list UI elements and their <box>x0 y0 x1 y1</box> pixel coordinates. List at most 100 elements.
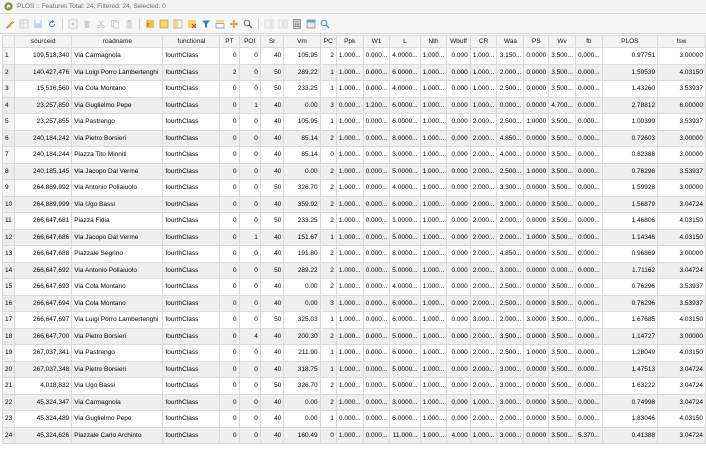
table-cell[interactable]: 1.0000 <box>523 344 550 362</box>
table-cell[interactable]: 266,647,692 <box>14 261 73 279</box>
zoom-to-selected-icon[interactable] <box>241 17 254 30</box>
table-cell[interactable]: fourthClass <box>162 47 221 65</box>
table-cell[interactable]: 3.000... <box>496 393 525 411</box>
table-cell[interactable]: Via Pastrengo <box>71 113 164 131</box>
table-cell[interactable]: 1.0000... <box>389 212 421 230</box>
table-cell[interactable]: 0.000... <box>574 311 603 329</box>
table-cell[interactable]: 3.500... <box>548 294 576 312</box>
table-cell[interactable]: 160.49 <box>283 426 321 444</box>
table-cell[interactable]: 0 <box>238 261 261 279</box>
table-cell[interactable]: 0.000... <box>362 327 391 345</box>
table-cell[interactable]: 267,037,348 <box>14 360 73 378</box>
table-cell[interactable]: 2.000... <box>469 294 498 312</box>
column-header-roadname[interactable]: roadname <box>71 35 164 48</box>
reload-icon[interactable] <box>45 17 58 30</box>
table-cell[interactable]: fourthClass <box>162 410 221 428</box>
table-cell[interactable]: 0.0000 <box>523 195 550 213</box>
delete-field-icon[interactable] <box>276 17 289 30</box>
table-cell[interactable]: 0.000... <box>362 195 391 213</box>
table-cell[interactable]: 5.0000... <box>389 377 421 395</box>
table-cell[interactable]: 1.000... <box>335 129 364 147</box>
table-cell[interactable]: 0.82386 <box>601 146 659 164</box>
row-number[interactable]: 22 <box>1 393 16 411</box>
table-cell[interactable]: 4.03150 <box>657 63 706 81</box>
row-number[interactable]: 3 <box>1 80 16 98</box>
table-cell[interactable]: fourthClass <box>162 344 221 362</box>
table-cell[interactable]: fourthClass <box>162 360 221 378</box>
table-row[interactable]: 3 15,516,560 Via Cola Montano fourthClass 0 0… <box>1 80 706 98</box>
table-cell[interactable]: 0.00 <box>283 162 321 180</box>
row-number[interactable]: 1 <box>1 47 16 65</box>
table-cell[interactable]: 1.43260 <box>601 80 659 98</box>
table-cell[interactable]: Via Carmagnola <box>71 47 164 65</box>
table-cell[interactable]: 2.500... <box>496 294 525 312</box>
table-cell[interactable]: 5.0000... <box>389 360 421 378</box>
table-cell[interactable]: 0.000... <box>574 179 603 197</box>
table-cell[interactable]: 1.000... <box>419 377 448 395</box>
table-cell[interactable]: 0.000... <box>335 410 364 428</box>
table-cell[interactable]: 0 <box>219 47 240 65</box>
table-row[interactable]: 12 266,647,686 Via Jacopo Dal Verme fourthC… <box>1 228 706 246</box>
table-cell[interactable]: fourthClass <box>162 63 221 81</box>
table-cell[interactable]: 4,018,832 <box>14 377 73 395</box>
table-cell[interactable]: 1.200... <box>362 96 391 114</box>
table-cell[interactable]: 1 <box>319 63 337 81</box>
table-cell[interactable]: 0.0000 <box>523 426 550 444</box>
table-cell[interactable]: 50 <box>259 63 285 81</box>
table-cell[interactable]: 0.000 <box>446 195 471 213</box>
table-cell[interactable]: 0.0000 <box>523 63 550 81</box>
table-cell[interactable]: 1.000... <box>469 96 498 114</box>
table-cell[interactable]: 1 <box>319 410 337 428</box>
table-cell[interactable]: 0.000... <box>574 377 603 395</box>
table-cell[interactable]: 1.000... <box>335 245 364 263</box>
table-cell[interactable]: 0.000... <box>362 113 391 131</box>
table-cell[interactable]: 0 <box>219 393 240 411</box>
table-cell[interactable]: 1.000... <box>419 393 448 411</box>
table-cell[interactable]: Via Pietro Borsieri <box>71 327 164 345</box>
table-cell[interactable]: 3.500... <box>548 228 576 246</box>
table-cell[interactable]: 0.000... <box>574 96 603 114</box>
table-cell[interactable]: 0.00 <box>283 96 321 114</box>
table-cell[interactable]: 0.000 <box>446 179 471 197</box>
table-cell[interactable]: 0 <box>238 179 261 197</box>
table-cell[interactable]: 0.76296 <box>601 278 659 296</box>
table-cell[interactable]: 2.000... <box>469 228 498 246</box>
table-cell[interactable]: 1.000... <box>335 146 364 164</box>
table-cell[interactable]: 289.22 <box>283 261 321 279</box>
table-cell[interactable]: 3.000... <box>496 426 525 444</box>
table-cell[interactable]: 359.92 <box>283 195 321 213</box>
table-cell[interactable]: 1.000... <box>335 162 364 180</box>
table-cell[interactable]: 1.000... <box>469 80 498 98</box>
table-cell[interactable]: 4.700... <box>548 96 576 114</box>
table-cell[interactable]: 0 <box>219 261 240 279</box>
table-cell[interactable]: 3.500... <box>548 426 576 444</box>
table-cell[interactable]: 4.850... <box>496 129 525 147</box>
table-cell[interactable]: Piazzale Carlo Archinto <box>71 426 164 444</box>
table-cell[interactable]: 2.000... <box>469 344 498 362</box>
table-cell[interactable]: 1.000... <box>469 47 498 65</box>
table-cell[interactable]: 2 <box>319 278 337 296</box>
table-cell[interactable]: 0.000... <box>574 294 603 312</box>
table-cell[interactable]: 0 <box>219 327 240 345</box>
table-cell[interactable]: 0.000 <box>446 245 471 263</box>
table-cell[interactable]: 0.0000 <box>523 245 550 263</box>
table-cell[interactable]: 6.0000... <box>389 311 421 329</box>
table-cell[interactable]: 3.500... <box>548 113 576 131</box>
table-cell[interactable]: 50 <box>259 212 285 230</box>
table-cell[interactable]: 1.0000 <box>523 113 550 131</box>
table-cell[interactable]: 1.83046 <box>601 410 659 428</box>
table-cell[interactable]: 0.000... <box>362 63 391 81</box>
table-cell[interactable]: 0.000 <box>446 129 471 147</box>
table-cell[interactable]: fourthClass <box>162 80 221 98</box>
table-cell[interactable]: 0.000... <box>574 327 603 345</box>
table-cell[interactable]: Via Cola Montano <box>71 80 164 98</box>
table-cell[interactable]: 1.000... <box>419 146 448 164</box>
table-cell[interactable]: 4.0000... <box>389 47 421 65</box>
table-cell[interactable]: 1 <box>319 311 337 329</box>
table-cell[interactable]: 1.000... <box>419 179 448 197</box>
table-cell[interactable]: 3.00000 <box>657 245 706 263</box>
table-cell[interactable]: 3.500... <box>548 129 576 147</box>
table-row[interactable]: 19 267,037,341 Via Pastrengo fourthClass 0 0 4… <box>1 344 706 362</box>
table-cell[interactable]: Via Guglielmo Pepe <box>71 96 164 114</box>
table-cell[interactable]: 1.28049 <box>601 344 659 362</box>
